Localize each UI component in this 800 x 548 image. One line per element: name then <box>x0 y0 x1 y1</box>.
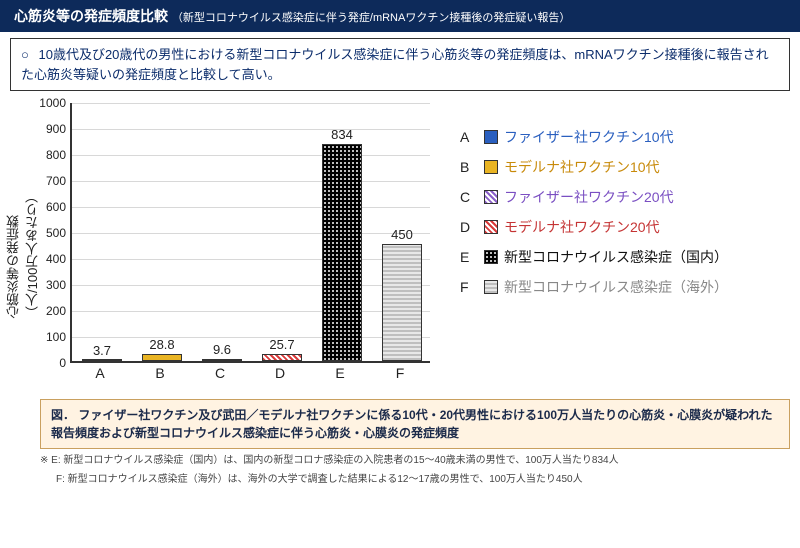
footnote-e: ※ E: 新型コロナウイルス感染症（国内）は、国内の新型コロナ感染症の入院患者の… <box>40 453 790 468</box>
legend-letter: D <box>460 219 478 235</box>
legend-swatch-icon <box>484 190 498 204</box>
gridline <box>72 259 430 260</box>
bar-E <box>322 144 362 361</box>
y-tick: 100 <box>32 330 66 344</box>
gridline <box>72 129 430 130</box>
x-category-F: F <box>377 365 423 381</box>
legend-swatch-icon <box>484 250 498 264</box>
bar-value-F: 450 <box>379 227 425 242</box>
gridline <box>72 233 430 234</box>
y-tick: 0 <box>32 356 66 370</box>
legend-letter: A <box>460 129 478 145</box>
bar-B <box>142 354 182 361</box>
plot: 010020030040050060070080090010003.728.89… <box>70 103 430 363</box>
caption-prefix: 図． <box>51 408 75 422</box>
legend-letter: C <box>460 189 478 205</box>
legend-swatch-icon <box>484 130 498 144</box>
y-axis-label: 心筋炎等の発症数（人/100万人あたり） <box>4 171 42 319</box>
bar-value-E: 834 <box>319 127 365 142</box>
y-tick: 900 <box>32 122 66 136</box>
legend-label: ファイザー社ワクチン10代 <box>504 127 674 147</box>
gridline <box>72 311 430 312</box>
gridline <box>72 207 430 208</box>
y-tick: 300 <box>32 278 66 292</box>
gridline <box>72 181 430 182</box>
gridline <box>72 155 430 156</box>
gridline <box>72 285 430 286</box>
summary-box: ○ 10歳代及び20歳代の男性における新型コロナウイルス感染症に伴う心筋炎等の発… <box>10 38 790 91</box>
legend-swatch-icon <box>484 280 498 294</box>
legend-swatch-icon <box>484 220 498 234</box>
legend-item-E: E 新型コロナウイルス感染症（国内） <box>460 247 790 267</box>
y-tick: 200 <box>32 304 66 318</box>
legend-swatch-icon <box>484 160 498 174</box>
legend-letter: E <box>460 249 478 265</box>
legend: A ファイザー社ワクチン10代 B モデルナ社ワクチン10代 C ファイザー社ワクチン20… <box>450 97 790 393</box>
footnote-f: F: 新型コロナウイルス感染症（海外）は、海外の大学で調査した結果による12～1… <box>56 472 790 487</box>
legend-label: モデルナ社ワクチン10代 <box>504 157 660 177</box>
bar-F <box>382 244 422 361</box>
caption-text: ファイザー社ワクチン及び武田／モデルナ社ワクチンに係る10代・20代男性における… <box>51 408 772 440</box>
y-tick: 400 <box>32 252 66 266</box>
bar-value-C: 9.6 <box>199 342 245 357</box>
x-category-B: B <box>137 365 183 381</box>
bullet-icon: ○ <box>21 47 29 62</box>
x-category-E: E <box>317 365 363 381</box>
y-tick: 1000 <box>32 96 66 110</box>
gridline <box>72 337 430 338</box>
summary-text: 10歳代及び20歳代の男性における新型コロナウイルス感染症に伴う心筋炎等の発症頻… <box>21 47 769 82</box>
chart-area: 心筋炎等の発症数（人/100万人あたり） 0100200300400500600… <box>10 97 450 393</box>
legend-letter: B <box>460 159 478 175</box>
y-tick: 500 <box>32 226 66 240</box>
legend-item-B: B モデルナ社ワクチン10代 <box>460 157 790 177</box>
legend-item-F: F 新型コロナウイルス感染症（海外） <box>460 277 790 297</box>
title-bar: 心筋炎等の発症頻度比較 （新型コロナウイルス感染症に伴う発症/mRNAワクチン接… <box>0 0 800 32</box>
bar-C <box>202 359 242 361</box>
legend-label: 新型コロナウイルス感染症（国内） <box>504 247 728 267</box>
legend-label: ファイザー社ワクチン20代 <box>504 187 674 207</box>
bar-D <box>262 354 302 361</box>
legend-item-C: C ファイザー社ワクチン20代 <box>460 187 790 207</box>
y-tick: 700 <box>32 174 66 188</box>
y-tick: 800 <box>32 148 66 162</box>
y-tick: 600 <box>32 200 66 214</box>
bar-A <box>82 359 122 361</box>
bar-value-D: 25.7 <box>259 337 305 352</box>
legend-label: モデルナ社ワクチン20代 <box>504 217 660 237</box>
title-main: 心筋炎等の発症頻度比較 <box>14 8 168 24</box>
title-sub: （新型コロナウイルス感染症に伴う発症/mRNAワクチン接種後の発症疑い報告） <box>172 12 570 24</box>
legend-letter: F <box>460 279 478 295</box>
figure-caption: 図． ファイザー社ワクチン及び武田／モデルナ社ワクチンに係る10代・20代男性に… <box>40 399 790 449</box>
legend-item-D: D モデルナ社ワクチン20代 <box>460 217 790 237</box>
bar-value-B: 28.8 <box>139 337 185 352</box>
legend-label: 新型コロナウイルス感染症（海外） <box>504 277 728 297</box>
x-category-D: D <box>257 365 303 381</box>
legend-item-A: A ファイザー社ワクチン10代 <box>460 127 790 147</box>
gridline <box>72 103 430 104</box>
x-category-A: A <box>77 365 123 381</box>
bar-value-A: 3.7 <box>79 343 125 358</box>
x-category-C: C <box>197 365 243 381</box>
content-row: 心筋炎等の発症数（人/100万人あたり） 0 100 200 300 400 500 600… <box>0 97 800 393</box>
